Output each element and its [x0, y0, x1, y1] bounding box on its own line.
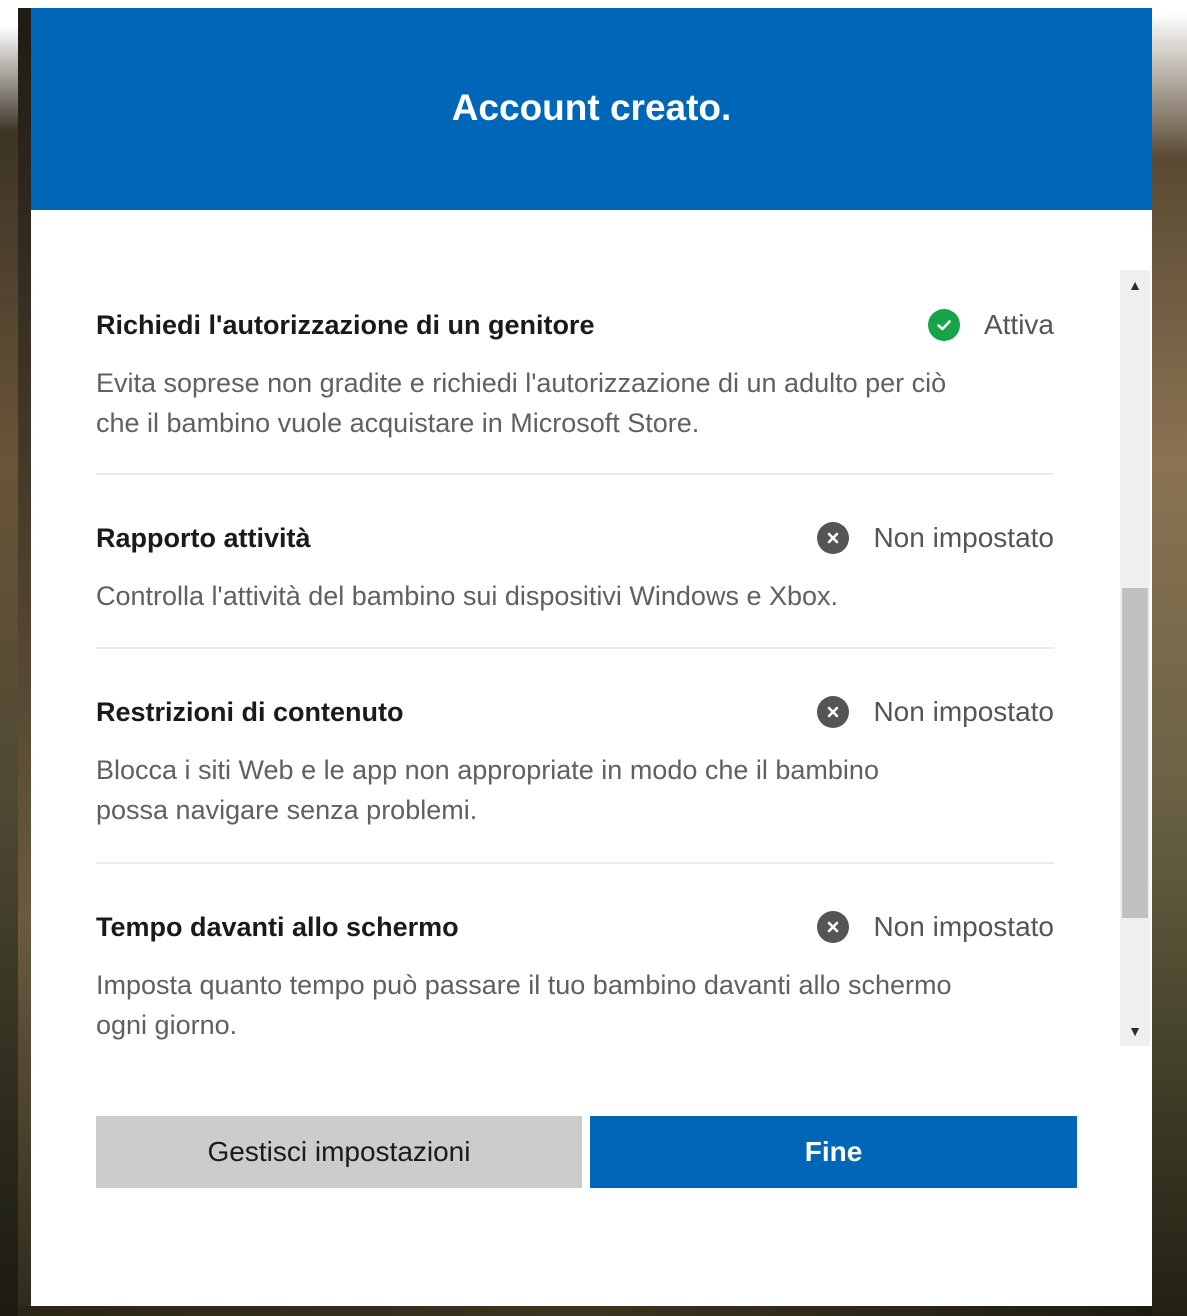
setting-title: Richiedi l'autorizzazione di un genitore: [96, 310, 595, 340]
description-line: Controlla l'attività del bambino sui dis…: [96, 581, 838, 611]
setting-description: Controlla l'attività del bambino sui dis…: [96, 576, 1054, 616]
scroll-down-arrow-icon[interactable]: ▼: [1120, 1016, 1150, 1046]
background-top: [0, 0, 1187, 8]
status-text: Non impostato: [873, 522, 1054, 553]
description-line: Blocca i siti Web e le app non appropria…: [96, 755, 879, 785]
description-line: che il bambino vuole acquistare in Micro…: [96, 408, 700, 438]
setting-description: Imposta quanto tempo può passare il tuo …: [96, 965, 1054, 1045]
description-line: Imposta quanto tempo può passare il tuo …: [96, 970, 952, 1000]
description-line: possa navigare senza problemi.: [96, 795, 478, 825]
status-text: Non impostato: [873, 696, 1054, 727]
status-badge: Non impostato: [817, 518, 1054, 558]
setting-activity-report: Rapporto attività Non impostato Controll…: [96, 518, 1054, 616]
done-button[interactable]: Fine: [590, 1116, 1077, 1188]
setting-parent-approval: Richiedi l'autorizzazione di un genitore…: [96, 305, 1054, 443]
description-line: Evita sopresе non gradite e richiedi l'a…: [96, 368, 947, 398]
vertical-scrollbar[interactable]: ▲ ▼: [1120, 270, 1150, 1046]
setting-header: Tempo davanti allo schermo Non impostato: [96, 907, 1054, 947]
setting-screen-time: Tempo davanti allo schermo Non impostato…: [96, 907, 1054, 1045]
divider: [96, 473, 1054, 475]
setting-description: Evita sopresе non gradite e richiedi l'a…: [96, 363, 1054, 443]
setting-header: Restrizioni di contenuto Non impostato: [96, 692, 1054, 732]
status-text: Attiva: [983, 309, 1054, 340]
x-circle-icon: [817, 522, 850, 554]
x-circle-icon: [817, 911, 850, 943]
divider: [96, 862, 1054, 864]
setting-description: Blocca i siti Web e le app non appropria…: [96, 750, 1054, 830]
dialog-header: Account creato.: [31, 8, 1152, 210]
manage-settings-button[interactable]: Gestisci impostazioni: [96, 1116, 582, 1188]
setting-title: Tempo davanti allo schermo: [96, 912, 459, 942]
background-left: [0, 0, 18, 1316]
divider: [96, 647, 1054, 649]
setting-content-restrictions: Restrizioni di contenuto Non impostato B…: [96, 692, 1054, 830]
background-bottom: [18, 1306, 1152, 1316]
setting-title: Rapporto attività: [96, 523, 311, 553]
background-right: [1152, 0, 1187, 1316]
setting-header: Rapporto attività Non impostato: [96, 518, 1054, 558]
scrollbar-thumb[interactable]: [1122, 588, 1148, 918]
status-badge: Non impostato: [817, 692, 1054, 732]
check-circle-icon: [927, 309, 960, 341]
scroll-up-arrow-icon[interactable]: ▲: [1120, 270, 1150, 300]
setting-title: Restrizioni di contenuto: [96, 697, 404, 727]
dialog-title: Account creato.: [451, 87, 732, 128]
x-circle-icon: [817, 696, 850, 728]
status-badge: Attiva: [927, 305, 1054, 345]
status-text: Non impostato: [873, 911, 1054, 942]
account-created-dialog: Account creato. Richiedi l'autorizzazion…: [31, 8, 1152, 1306]
description-line: ogni giorno.: [96, 1010, 238, 1040]
setting-header: Richiedi l'autorizzazione di un genitore…: [96, 305, 1054, 345]
status-badge: Non impostato: [817, 907, 1054, 947]
settings-scroll-area[interactable]: Richiedi l'autorizzazione di un genitore…: [31, 210, 1152, 1050]
